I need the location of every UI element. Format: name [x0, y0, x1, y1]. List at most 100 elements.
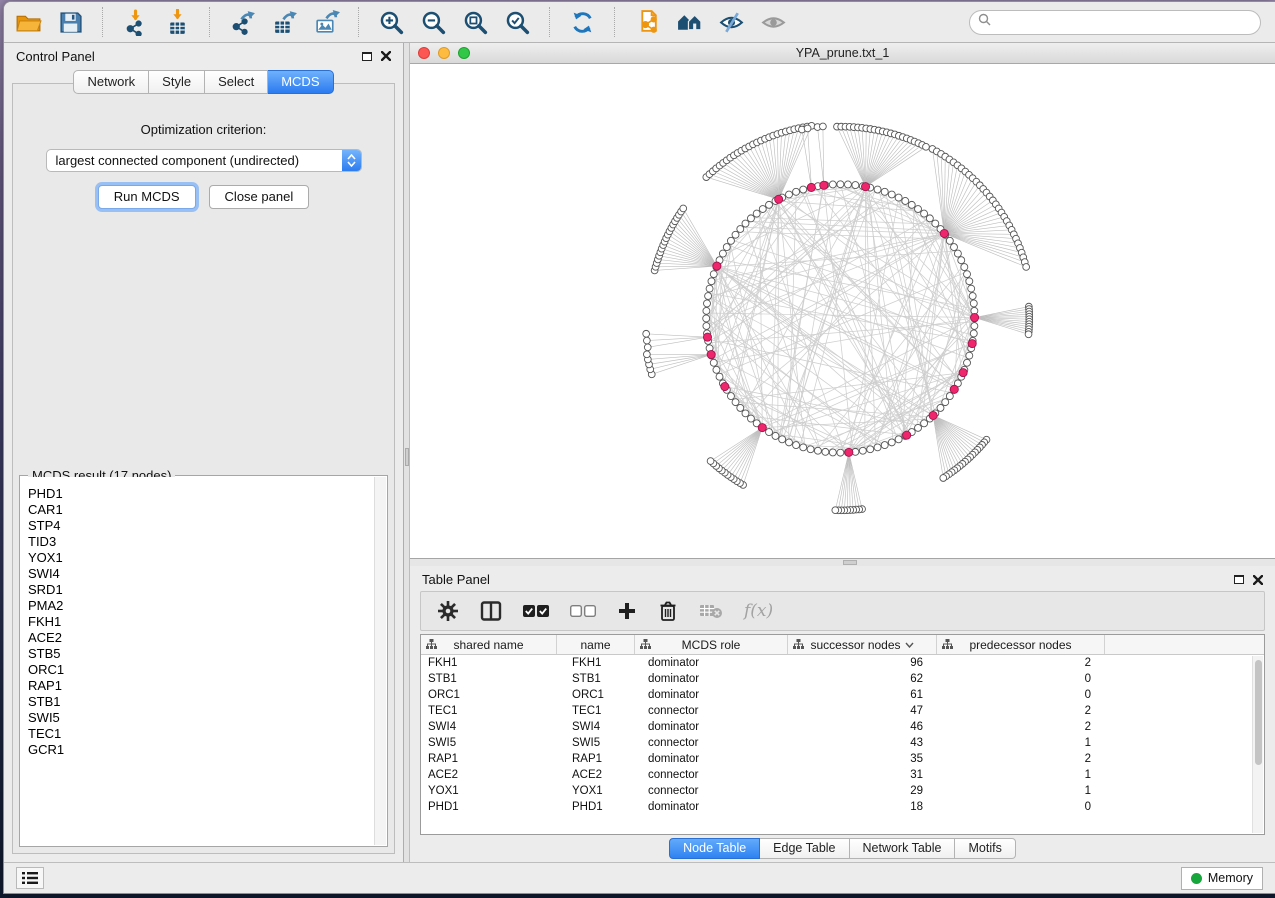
table-row[interactable]: TEC1TEC1connector472: [421, 703, 1264, 719]
column-header-MCDS-role[interactable]: MCDS role: [635, 635, 788, 654]
export-table-icon[interactable]: [270, 8, 298, 36]
optimization-criterion-dropdown[interactable]: largest connected component (undirected): [46, 149, 362, 172]
table-row[interactable]: PHD1PHD1dominator180: [421, 799, 1264, 815]
mcds-result-item[interactable]: STB5: [28, 646, 374, 662]
mcds-result-item[interactable]: SRD1: [28, 582, 374, 598]
zoom-in-icon[interactable]: [377, 8, 405, 36]
refresh-view-icon[interactable]: [568, 8, 596, 36]
zoom-fit-icon[interactable]: [461, 8, 489, 36]
first-neighbors-icon[interactable]: [675, 8, 703, 36]
mcds-result-item[interactable]: FKH1: [28, 614, 374, 630]
mcds-result-item[interactable]: ACE2: [28, 630, 374, 646]
tab-edge-table[interactable]: Edge Table: [760, 838, 849, 859]
column-header-name[interactable]: name: [557, 635, 635, 654]
mcds-result-item[interactable]: TEC1: [28, 726, 374, 742]
table-scrollbar[interactable]: [1252, 656, 1263, 833]
zoom-selected-icon[interactable]: [503, 8, 531, 36]
import-network-icon[interactable]: [121, 8, 149, 36]
network-canvas[interactable]: [410, 64, 1275, 558]
horizontal-splitter-handle[interactable]: [843, 560, 857, 565]
tab-node-table[interactable]: Node Table: [669, 838, 760, 859]
table-cell: 0: [937, 687, 1105, 703]
mcds-result-item[interactable]: SWI5: [28, 710, 374, 726]
column-header-successor-nodes[interactable]: successor nodes: [788, 635, 937, 654]
column-label: MCDS role: [682, 638, 741, 652]
mcds-result-item[interactable]: STP4: [28, 518, 374, 534]
export-image-icon[interactable]: [312, 8, 340, 36]
table-cell: 2: [937, 719, 1105, 735]
table-cell: ORC1: [557, 687, 635, 703]
memory-button[interactable]: Memory: [1181, 867, 1263, 890]
close-panel-icon[interactable]: [381, 51, 391, 61]
vertical-splitter-handle[interactable]: [405, 448, 409, 466]
add-column-icon[interactable]: [617, 601, 637, 621]
table-row[interactable]: STB1STB1dominator620: [421, 671, 1264, 687]
table-cell: connector: [635, 783, 788, 799]
network-window-title: YPA_prune.txt_1: [410, 46, 1275, 60]
table-cell: SWI5: [557, 735, 635, 751]
network-window-titlebar[interactable]: YPA_prune.txt_1: [410, 43, 1275, 64]
mcds-result-list[interactable]: PHD1CAR1STP4TID3YOX1SWI4SRD1PMA2FKH1ACE2…: [21, 477, 374, 845]
table-row[interactable]: SWI5SWI5connector431: [421, 735, 1264, 751]
mcds-result-item[interactable]: YOX1: [28, 550, 374, 566]
mcds-result-item[interactable]: GCR1: [28, 742, 374, 758]
table-settings-icon[interactable]: [437, 600, 459, 622]
search-box[interactable]: [969, 10, 1261, 35]
mcds-result-item[interactable]: PMA2: [28, 598, 374, 614]
select-all-icon[interactable]: [523, 604, 549, 618]
delete-column-icon[interactable]: [658, 600, 678, 622]
float-table-panel-icon[interactable]: [1234, 575, 1244, 584]
mcds-result-item[interactable]: STB1: [28, 694, 374, 710]
table-row[interactable]: FKH1FKH1dominator962: [421, 655, 1264, 671]
tab-select[interactable]: Select: [205, 70, 268, 94]
tab-style[interactable]: Style: [149, 70, 205, 94]
toolbar-separator: [358, 7, 359, 37]
open-session-icon[interactable]: [14, 8, 42, 36]
zoom-out-icon[interactable]: [419, 8, 447, 36]
task-history-button[interactable]: [16, 867, 44, 889]
close-table-panel-icon[interactable]: [1253, 575, 1263, 585]
horizontal-splitter[interactable]: [410, 559, 1275, 566]
table-row[interactable]: YOX1YOX1connector291: [421, 783, 1264, 799]
optimization-criterion-label: Optimization criterion:: [13, 122, 394, 137]
mcds-result-item[interactable]: RAP1: [28, 678, 374, 694]
table-scrollbar-thumb[interactable]: [1255, 660, 1262, 765]
tab-mcds[interactable]: MCDS: [268, 70, 333, 94]
search-input[interactable]: [996, 15, 1252, 29]
mcds-result-item[interactable]: TID3: [28, 534, 374, 550]
hide-selected-icon[interactable]: [717, 8, 745, 36]
toolbar-separator: [209, 7, 210, 37]
table-toolbar: f(x): [420, 591, 1265, 631]
import-table-icon[interactable]: [163, 8, 191, 36]
table-row[interactable]: RAP1RAP1dominator352: [421, 751, 1264, 767]
split-panel-icon[interactable]: [480, 600, 502, 622]
mcds-result-item[interactable]: PHD1: [28, 486, 374, 502]
mcds-result-scrollbar[interactable]: [374, 477, 386, 845]
column-type-icon: [640, 639, 651, 653]
table-row[interactable]: ORC1ORC1dominator610: [421, 687, 1264, 703]
float-panel-icon[interactable]: [362, 52, 372, 61]
column-header-predecessor-nodes[interactable]: predecessor nodes: [937, 635, 1105, 654]
table-cell: 61: [788, 687, 937, 703]
close-panel-button[interactable]: Close panel: [209, 185, 310, 209]
save-session-icon[interactable]: [56, 8, 84, 36]
tab-motifs[interactable]: Motifs: [955, 838, 1015, 859]
run-mcds-button[interactable]: Run MCDS: [98, 185, 196, 209]
deselect-all-icon[interactable]: [570, 604, 596, 618]
table-row[interactable]: SWI4SWI4dominator462: [421, 719, 1264, 735]
mcds-result-item[interactable]: SWI4: [28, 566, 374, 582]
vertical-splitter[interactable]: [403, 43, 410, 862]
app-window: Control Panel NetworkStyleSelectMCDS Opt…: [3, 1, 1275, 894]
mcds-result-item[interactable]: CAR1: [28, 502, 374, 518]
table-row[interactable]: ACE2ACE2connector311: [421, 767, 1264, 783]
mcds-tab-content: Optimization criterion: largest connecte…: [12, 83, 395, 854]
mcds-result-item[interactable]: ORC1: [28, 662, 374, 678]
tab-network[interactable]: Network: [73, 70, 149, 94]
show-all-icon: [759, 8, 787, 36]
share-network-icon[interactable]: [633, 8, 661, 36]
column-header-shared-name[interactable]: shared name: [421, 635, 557, 654]
toolbar-separator: [549, 7, 550, 37]
table-cell: connector: [635, 735, 788, 751]
export-network-icon[interactable]: [228, 8, 256, 36]
tab-network-table[interactable]: Network Table: [850, 838, 956, 859]
